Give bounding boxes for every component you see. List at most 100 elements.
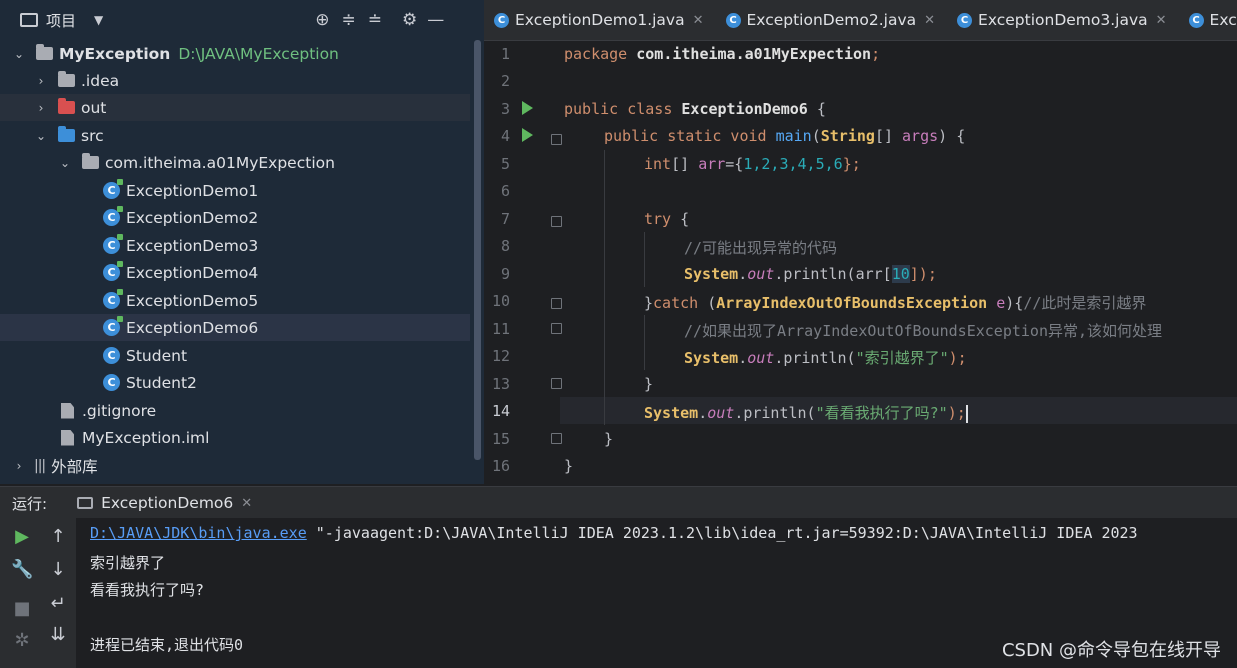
code-line-16[interactable]: } <box>564 457 573 475</box>
fold-marker-icon[interactable] <box>551 433 562 444</box>
punctuation: { <box>807 100 826 118</box>
tree-item-label: ExceptionDemo2 <box>126 208 259 227</box>
tab-exceptiondemo2[interactable]: C ExceptionDemo2.java ✕ <box>716 0 948 40</box>
chevron-down-icon[interactable]: ⌄ <box>34 129 48 143</box>
code-line-11[interactable]: //如果出现了ArrayIndexOutOfBoundsException异常,… <box>684 320 1162 341</box>
punctuation: ( <box>698 294 717 312</box>
java-class-icon: C <box>725 12 741 28</box>
close-icon[interactable]: ✕ <box>693 13 704 28</box>
runnable-class-icon: C <box>103 206 123 226</box>
tab-label: ExceptionDemo1.java <box>515 11 685 29</box>
tree-item-src[interactable]: ⌄ src <box>0 122 470 149</box>
chevron-down-icon[interactable]: ⌄ <box>58 156 72 170</box>
minimize-icon[interactable]: — <box>427 10 444 30</box>
arrow-up-icon[interactable]: ↑ <box>47 526 69 547</box>
class-name: ExceptionDemo6 <box>681 100 808 118</box>
folder-icon <box>58 71 75 87</box>
fold-marker-icon[interactable] <box>551 298 562 309</box>
project-scrollbar[interactable] <box>474 40 481 460</box>
line-number: 16 <box>491 457 510 475</box>
code-line-8[interactable]: //可能出现异常的代码 <box>684 237 837 258</box>
code-line-4[interactable]: public static void main(String[] args) { <box>604 127 965 145</box>
debug-bug-icon[interactable]: ✲ <box>11 630 33 651</box>
chevron-down-icon[interactable]: ▼ <box>94 13 103 27</box>
arrow-down-icon[interactable]: ↓ <box>47 559 69 580</box>
code-line-12[interactable]: System.out.println("索引越界了"); <box>684 347 967 368</box>
tree-item-gitignore[interactable]: .gitignore <box>0 397 470 424</box>
code-line-1[interactable]: package com.itheima.a01MyExpection; <box>564 45 880 63</box>
tree-item-exceptiondemo6[interactable]: C ExceptionDemo6 <box>0 314 470 341</box>
field-ref: out <box>707 404 735 422</box>
tree-item-iml[interactable]: MyException.iml <box>0 424 470 451</box>
library-icon: ||| <box>34 457 46 474</box>
punctuation: ]); <box>909 265 937 283</box>
run-tab-exceptiondemo6[interactable]: ExceptionDemo6 ✕ <box>77 494 252 512</box>
run-gutter-icon[interactable] <box>522 128 533 142</box>
exception-type: ArrayIndexOutOfBoundsException <box>716 294 988 312</box>
fold-marker-icon[interactable] <box>551 378 562 389</box>
close-icon[interactable]: ✕ <box>1156 13 1167 28</box>
tab-exceptiondemo-partial[interactable]: C Exceptio <box>1179 0 1237 40</box>
class-ref: System <box>644 404 699 422</box>
code-line-7[interactable]: try { <box>644 210 689 228</box>
line-number: 5 <box>500 155 510 173</box>
run-gutter-icon[interactable] <box>522 101 533 115</box>
chevron-down-icon[interactable]: ⌄ <box>12 47 26 61</box>
code-line-14[interactable]: System.out.println("看看我执行了吗?"); <box>644 402 968 423</box>
tab-exceptiondemo1[interactable]: C ExceptionDemo1.java ✕ <box>484 0 716 40</box>
tree-item-student2[interactable]: C Student2 <box>0 369 470 396</box>
line-number: 7 <box>500 210 510 228</box>
tree-item-external-libraries[interactable]: › ||| 外部库 <box>0 452 470 479</box>
code-line-9[interactable]: System.out.println(arr[10]); <box>684 265 937 283</box>
code-line-5[interactable]: int[] arr={1,2,3,4,5,6}; <box>644 155 861 173</box>
tree-item-package[interactable]: ⌄ com.itheima.a01MyExpection <box>0 149 470 176</box>
fold-marker-icon[interactable] <box>551 323 562 334</box>
line-number: 3 <box>500 100 510 118</box>
java-exe-link[interactable]: D:\JAVA\JDK\bin\java.exe <box>90 524 307 542</box>
fold-marker-icon[interactable] <box>551 134 562 145</box>
tree-item-exceptiondemo4[interactable]: C ExceptionDemo4 <box>0 259 470 286</box>
wrench-icon[interactable]: 🔧 <box>11 559 33 580</box>
project-panel-title[interactable]: 项目 <box>46 10 76 31</box>
class-icon: C <box>103 374 120 391</box>
watermark: CSDN @命令导包在线开导 <box>1001 640 1221 661</box>
collapse-all-icon[interactable]: ≐ <box>368 10 382 30</box>
stop-icon[interactable]: ■ <box>11 598 33 619</box>
chevron-right-icon[interactable]: › <box>34 101 48 115</box>
code-line-3[interactable]: public class ExceptionDemo6 { <box>564 100 826 118</box>
keyword: catch <box>653 294 699 312</box>
runnable-class-icon: C <box>103 234 123 254</box>
code-line-10[interactable]: }catch (ArrayIndexOutOfBoundsException e… <box>644 292 1146 313</box>
tree-item-exceptiondemo2[interactable]: C ExceptionDemo2 <box>0 204 470 231</box>
close-icon[interactable]: ✕ <box>241 496 252 511</box>
indent-guide <box>644 315 645 370</box>
method-call: .println( <box>774 349 856 367</box>
tree-item-exceptiondemo5[interactable]: C ExceptionDemo5 <box>0 287 470 314</box>
code-line-13[interactable]: } <box>644 375 653 393</box>
run-panel-label: 运行: <box>12 494 48 513</box>
tree-item-exceptiondemo1[interactable]: C ExceptionDemo1 <box>0 177 470 204</box>
parameter: args <box>902 127 939 145</box>
chevron-right-icon[interactable]: › <box>34 74 48 88</box>
tree-item-student[interactable]: C Student <box>0 342 470 369</box>
close-icon[interactable]: ✕ <box>924 13 935 28</box>
crosshair-icon[interactable]: ⊕ <box>315 10 329 30</box>
keyword: try <box>644 210 672 228</box>
keyword: public class <box>564 100 682 118</box>
scroll-to-end-icon[interactable]: ⇊ <box>47 624 69 645</box>
tab-exceptiondemo3[interactable]: C ExceptionDemo3.java ✕ <box>947 0 1179 40</box>
indent-guide <box>644 232 645 287</box>
tree-item-idea[interactable]: › .idea <box>0 67 470 94</box>
gear-icon[interactable]: ⚙ <box>402 10 417 30</box>
tab-label: ExceptionDemo2.java <box>746 11 917 29</box>
tree-item-exceptiondemo3[interactable]: C ExceptionDemo3 <box>0 232 470 259</box>
tree-item-myexception[interactable]: ⌄ MyException D:\JAVA\MyException <box>0 40 470 67</box>
fold-marker-icon[interactable] <box>551 216 562 227</box>
project-view-icon[interactable] <box>20 13 38 27</box>
expand-all-icon[interactable]: ≑ <box>342 10 356 30</box>
rerun-icon[interactable]: ▶ <box>11 526 33 547</box>
tree-item-out[interactable]: › out <box>0 94 470 121</box>
code-line-15[interactable]: } <box>604 430 613 448</box>
soft-wrap-icon[interactable]: ↵ <box>47 593 69 614</box>
chevron-right-icon[interactable]: › <box>12 459 26 473</box>
